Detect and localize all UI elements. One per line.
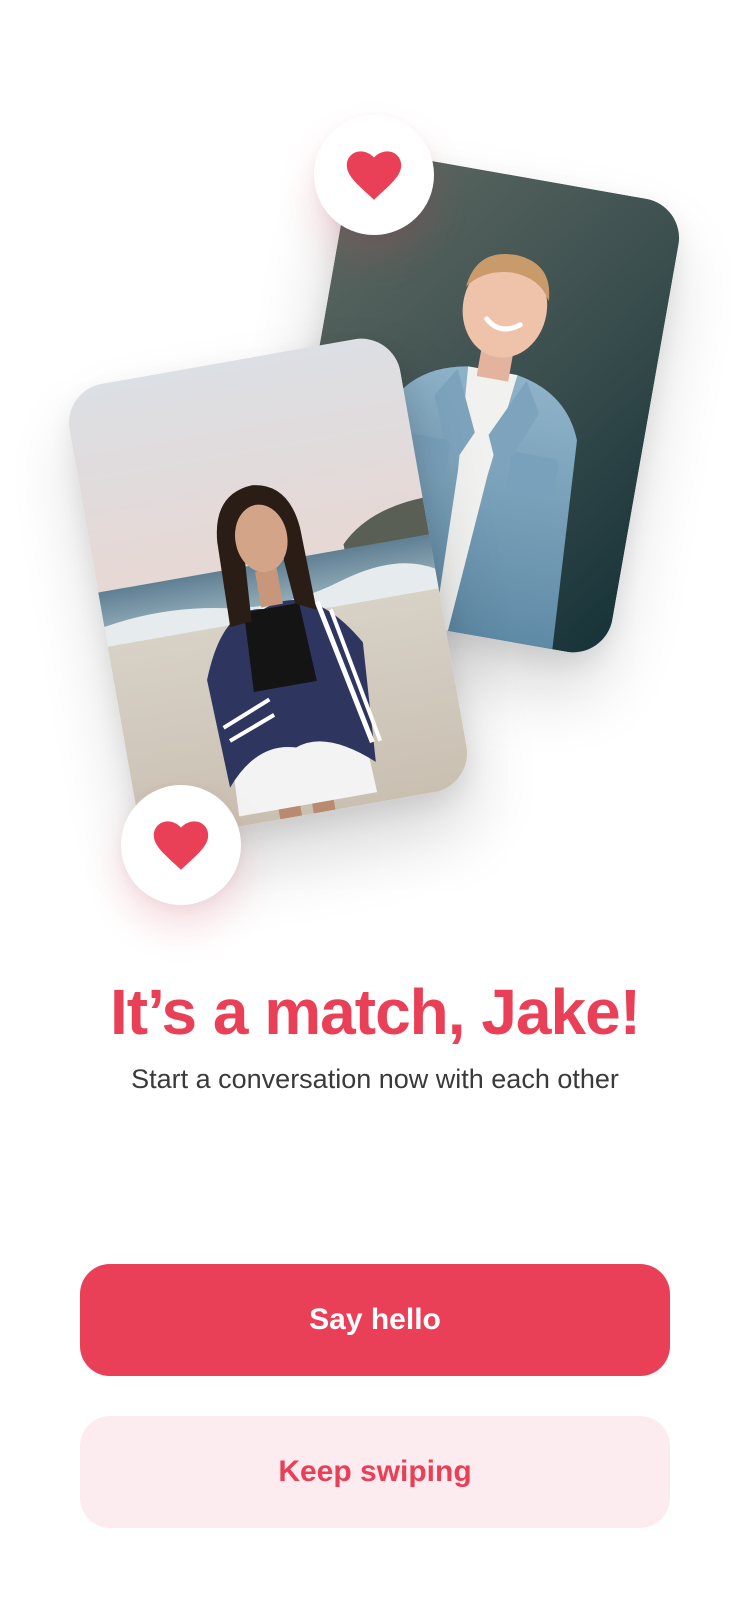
heart-icon <box>346 151 402 200</box>
heart-icon <box>153 821 209 870</box>
keep-swiping-button[interactable]: Keep swiping <box>80 1416 670 1528</box>
say-hello-button[interactable]: Say hello <box>80 1264 670 1376</box>
heart-badge-top <box>314 115 434 235</box>
heart-badge-bottom <box>121 785 241 905</box>
match-title: It’s a match, Jake! <box>110 976 641 1048</box>
match-subtitle: Start a conversation now with each other <box>131 1064 619 1094</box>
